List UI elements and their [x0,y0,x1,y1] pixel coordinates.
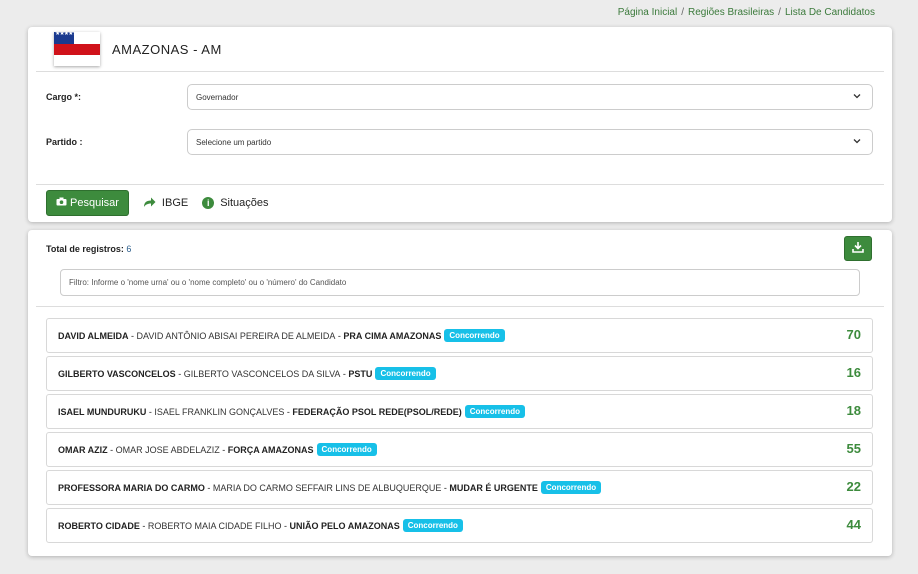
download-button[interactable] [844,236,872,261]
list-item[interactable]: GILBERTO VASCONCELOS - GILBERTO VASCONCE… [46,356,873,391]
state-flag: ★★★★★★★★★★★★★★★★★★★★★★★★★★★★ [54,32,100,66]
candidate-party: FEDERAÇÃO PSOL REDE(PSOL/REDE) [292,406,462,417]
total-label: Total de registros: [46,244,124,254]
status-badge: Concorrendo [402,519,463,532]
page-title: AMAZONAS - AM [112,41,222,57]
breadcrumb-separator: / [681,7,684,18]
breadcrumb-home[interactable]: Página Inicial [618,7,677,18]
breadcrumb-candidates[interactable]: Lista De Candidatos [785,7,875,18]
candidate-full-name: ISAEL FRANKLIN GONÇALVES [154,406,285,417]
candidate-party: UNIÃO PELO AMAZONAS [289,520,400,531]
download-icon [852,241,864,256]
status-badge: Concorrendo [464,405,525,418]
candidate-number: 22 [846,479,861,494]
ibge-link[interactable]: IBGE [143,196,188,211]
partido-select[interactable]: Selecione um partido [187,129,873,155]
total-count: 6 [126,244,132,254]
list-item[interactable]: PROFESSORA MARIA DO CARMO - MARIA DO CAR… [46,470,873,505]
status-badge: Concorrendo [540,481,602,494]
candidate-number: 16 [846,365,861,380]
breadcrumb-separator: / [778,7,781,18]
candidate-full-name: MARIA DO CARMO SEFFAIR LINS DE ALBUQUERQ… [212,482,442,493]
status-badge: Concorrendo [375,367,436,380]
list-item[interactable]: ROBERTO CIDADE - ROBERTO MAIA CIDADE FIL… [46,508,873,543]
total-records: Total de registros: 6 [46,244,131,254]
candidate-number: 55 [846,441,861,456]
chevron-down-icon [852,136,862,149]
state-header: ★★★★★★★★★★★★★★★★★★★★★★★★★★★★ AMAZONAS - … [36,27,884,72]
candidate-full-name: DAVID ANTÔNIO ABISAI PEREIRA DE ALMEIDA [136,330,336,341]
breadcrumb-regions[interactable]: Regiões Brasileiras [688,7,774,18]
candidate-name: ISAEL MUNDURUKU [58,406,147,417]
status-badge: Concorrendo [444,329,505,342]
partido-value: Selecione um partido [196,137,272,147]
search-card: ★★★★★★★★★★★★★★★★★★★★★★★★★★★★ AMAZONAS - … [28,27,892,222]
cargo-label: Cargo *: [46,92,82,102]
divider [36,306,884,307]
cargo-row: Cargo *: Governador [46,84,874,110]
situacoes-link[interactable]: i Situações [202,197,269,209]
search-button-label: Pesquisar [70,197,119,209]
info-icon: i [202,197,215,209]
list-item[interactable]: DAVID ALMEIDA - DAVID ANTÔNIO ABISAI PER… [46,318,873,353]
candidate-full-name: GILBERTO VASCONCELOS DA SILVA [183,368,341,379]
candidate-party: PSTU [348,368,373,379]
search-button[interactable]: Pesquisar [46,190,129,216]
filter-input[interactable]: Filtro: Informe o 'nome urna' ou o 'nome… [60,269,860,296]
filter-placeholder: Filtro: Informe o 'nome urna' ou o 'nome… [69,278,347,287]
candidate-full-name: ROBERTO MAIA CIDADE FILHO [147,520,282,531]
candidate-number: 18 [846,403,861,418]
cargo-select[interactable]: Governador [187,84,873,110]
partido-label: Partido : [46,137,83,147]
candidate-number: 44 [846,517,861,532]
results-card: Total de registros: 6 Filtro: Informe o … [28,230,892,556]
chevron-down-icon [852,91,862,104]
candidate-name: PROFESSORA MARIA DO CARMO [58,482,205,493]
candidate-party: FORÇA AMAZONAS [227,444,314,455]
partido-row: Partido : Selecione um partido [46,129,874,155]
candidate-list: DAVID ALMEIDA - DAVID ANTÔNIO ABISAI PER… [46,318,873,546]
candidate-party: MUDAR É URGENTE [449,482,538,493]
ibge-label: IBGE [161,197,189,209]
list-item[interactable]: ISAEL MUNDURUKU - ISAEL FRANKLIN GONÇALV… [46,394,873,429]
candidate-name: OMAR AZIZ [58,444,108,455]
cargo-value: Governador [196,92,239,102]
situacoes-label: Situações [220,197,269,209]
candidate-name: GILBERTO VASCONCELOS [58,368,176,379]
share-arrow-icon [143,196,156,211]
camera-icon [56,197,67,209]
list-item[interactable]: OMAR AZIZ - OMAR JOSE ABDELAZIZ - FORÇA … [46,432,873,467]
status-badge: Concorrendo [316,443,377,456]
breadcrumb: Página Inicial / Regiões Brasileiras / L… [618,7,875,18]
candidate-number: 70 [846,327,861,342]
candidate-name: DAVID ALMEIDA [58,330,129,341]
candidate-full-name: OMAR JOSE ABDELAZIZ [115,444,220,455]
candidate-name: ROBERTO CIDADE [58,520,140,531]
toolbar: Pesquisar IBGE i Situações [36,184,884,216]
candidate-party: PRA CIMA AMAZONAS [343,330,442,341]
